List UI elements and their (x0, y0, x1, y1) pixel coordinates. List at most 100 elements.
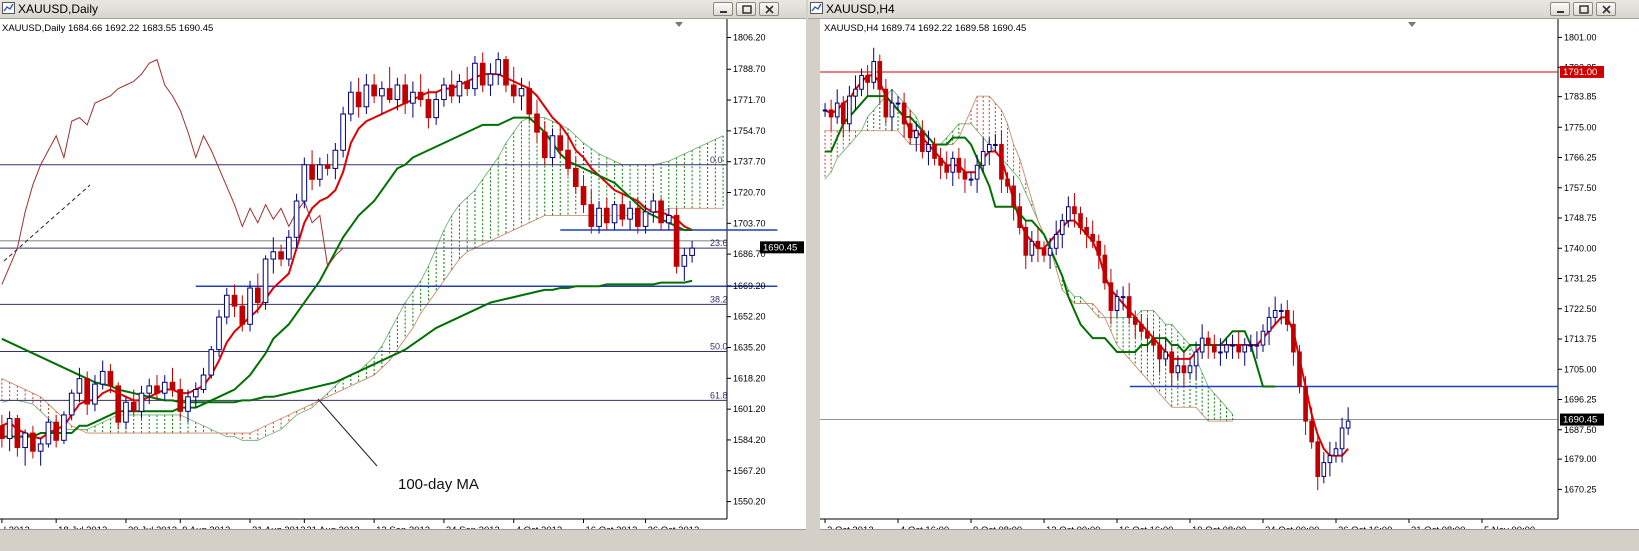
y-tick-label: 1748.75 (1564, 213, 1597, 223)
candle-body (541, 131, 548, 159)
y-tick-label: 1703.70 (733, 218, 766, 228)
close-button[interactable] (1596, 2, 1616, 16)
y-tick-label: 1801.00 (1564, 32, 1597, 42)
candle-body (107, 370, 114, 387)
candle-body (1059, 220, 1065, 235)
candle-body (185, 396, 191, 412)
candle-body (1029, 240, 1035, 256)
h4-chart-svg: 1801.001792.351783.851775.001766.251757.… (820, 19, 1604, 529)
candle-body (534, 113, 540, 133)
candle-body (448, 84, 455, 97)
y-tick-label: 1670.25 (1564, 484, 1597, 494)
candle-body (1218, 351, 1223, 354)
candle-body (920, 130, 925, 152)
candle-body (658, 200, 664, 224)
candle-body (402, 84, 408, 104)
minimize-button[interactable] (1550, 2, 1570, 16)
candle-body (962, 171, 968, 180)
candle-body (1017, 206, 1023, 229)
close-button[interactable] (759, 2, 779, 16)
daily-plot-area[interactable]: 1806.20 1788.70 1771.70 1754.70 1737.70 1720.… (0, 19, 806, 530)
candle-body (1291, 323, 1296, 353)
candle-body (847, 95, 852, 125)
h4-plot-area[interactable]: 1801.001792.351783.851775.001766.251757.… (820, 19, 1639, 530)
candle-body (53, 421, 59, 441)
minimize-button[interactable] (713, 2, 733, 16)
candle-body (1005, 178, 1010, 187)
y-tick-label: 1601.20 (733, 404, 766, 414)
candle-body (1053, 233, 1059, 249)
candle-body (1236, 344, 1241, 353)
daily-gridlines (0, 19, 728, 520)
candle-body (479, 62, 486, 86)
candle-body (1169, 351, 1175, 374)
candle-body (1066, 206, 1071, 222)
candle-body (371, 84, 377, 97)
candle-body (1254, 344, 1260, 347)
candle-body (130, 401, 137, 412)
candle-body (1345, 420, 1351, 429)
candle-body (627, 207, 633, 220)
series-chikou (1, 58, 344, 285)
x-tick-label: 21 Aug 2012 (252, 525, 305, 529)
candle-body (883, 88, 889, 118)
candle-body (363, 84, 370, 108)
candle-body (285, 236, 292, 260)
restore-button[interactable] (736, 2, 756, 16)
candle-body (1126, 296, 1132, 318)
daily-chart-window: XAUUSD,Daily 1806.20 1788.70 1771.70 1754.7… (0, 0, 806, 551)
candle-body (526, 88, 533, 115)
y-tick-label: 1775.00 (1564, 122, 1597, 132)
daily-price-marker: 1690.45 (760, 241, 804, 254)
candle-body (309, 164, 315, 180)
chart-window-icon (810, 2, 823, 14)
candle-body (1272, 309, 1278, 318)
candle-body (340, 113, 346, 151)
restore-button[interactable] (1573, 2, 1593, 16)
candle-body (495, 59, 502, 75)
h4-chart-window: XAUUSD,H4 1801.001792.351783.851775.0017… (808, 0, 1639, 551)
candle-body (1333, 448, 1339, 457)
y-tick-label: 1806.20 (733, 33, 766, 43)
candle-body (834, 102, 840, 118)
candle-body (22, 432, 28, 449)
x-tick-label: 26 Oct 16:00 (1338, 525, 1392, 529)
candle-body (926, 144, 931, 152)
candle-body (932, 144, 937, 159)
candle-body (1035, 240, 1041, 249)
candle-body (99, 370, 106, 385)
candle-body (6, 418, 13, 439)
candle-body (1084, 227, 1089, 235)
candle-body (986, 144, 992, 152)
candle-body (177, 389, 184, 412)
fib-label-618: 61.8 (710, 390, 728, 400)
candle-body (993, 144, 998, 147)
candle-body (980, 150, 986, 166)
y-tick-label: 1687.50 (1564, 425, 1597, 435)
candle-body (666, 215, 672, 224)
fib-label-382: 38.2 (710, 294, 728, 304)
candle-body (45, 421, 52, 445)
candle-body (200, 374, 207, 391)
candle-body (161, 381, 168, 394)
x-tick-label: 19 Oct 08:00 (1192, 525, 1246, 529)
candle-body (1102, 254, 1108, 284)
candle-body (1011, 185, 1016, 208)
candle-body (1309, 420, 1314, 443)
candle-body (619, 204, 626, 220)
candle-body (673, 215, 680, 267)
candle-body (650, 200, 657, 213)
candle-body (1212, 344, 1217, 353)
candle-body (1096, 240, 1102, 256)
candle-body (262, 258, 269, 304)
candle-body (1120, 296, 1126, 299)
candle-body (379, 88, 385, 97)
h4-info-text: XAUUSD,H4 1689.74 1692.22 1689.58 1690.4… (824, 23, 1026, 34)
candle-body (1108, 282, 1114, 311)
candle-body (84, 378, 91, 405)
x-tick-label: 31 Aug 2012 (306, 525, 359, 529)
candle-body (1181, 365, 1187, 374)
candle-body (1266, 316, 1272, 332)
candle-body (425, 99, 432, 119)
candle-body (1132, 316, 1138, 325)
